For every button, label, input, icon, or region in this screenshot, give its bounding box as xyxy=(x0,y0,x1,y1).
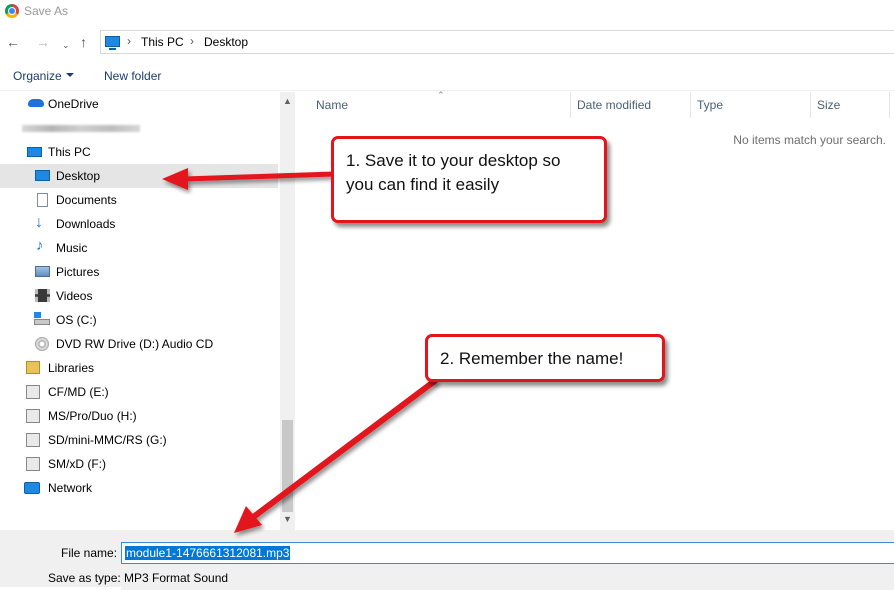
column-divider[interactable] xyxy=(810,92,811,118)
breadcrumb-desktop[interactable]: Desktop xyxy=(204,35,248,49)
address-bar[interactable]: › This PC › Desktop xyxy=(100,30,894,54)
empty-results-message: No items match your search. xyxy=(733,133,886,147)
scroll-thumb[interactable] xyxy=(282,420,293,512)
save-form: File name: module1-1476661312081.mp3 Sav… xyxy=(0,530,894,590)
callout-remember-name: 2. Remember the name! xyxy=(425,334,665,382)
nav-label: Documents xyxy=(56,193,117,207)
column-header-type[interactable]: Type xyxy=(697,98,723,112)
nav-item-onedrive[interactable]: OneDrive xyxy=(0,92,278,116)
chrome-icon xyxy=(5,4,19,18)
nav-label: This PC xyxy=(48,145,91,159)
filename-label: File name: xyxy=(61,546,118,560)
forward-arrow-icon[interactable]: → xyxy=(36,34,50,50)
libraries-icon xyxy=(26,361,40,374)
nav-label: SM/xD (F:) xyxy=(48,457,106,471)
pc-icon xyxy=(105,36,120,50)
filename-input[interactable]: module1-1476661312081.mp3 xyxy=(121,542,894,564)
nav-label: Videos xyxy=(56,289,93,303)
callout-save-to-desktop: 1. Save it to your desktop so you can fi… xyxy=(331,136,607,223)
nav-item-documents[interactable]: Documents xyxy=(0,188,278,212)
column-divider[interactable] xyxy=(889,92,890,118)
nav-item-os-c[interactable]: OS (C:) xyxy=(0,308,278,332)
nav-item-desktop[interactable]: Desktop xyxy=(0,164,278,188)
pictures-icon xyxy=(35,266,50,277)
back-arrow-icon[interactable]: ← xyxy=(6,34,20,50)
savetype-label: Save as type: xyxy=(48,571,121,585)
organize-button[interactable]: Organize xyxy=(13,69,62,83)
nav-item-cf-md[interactable]: CF/MD (E:) xyxy=(0,380,278,404)
column-header-name[interactable]: Name xyxy=(316,98,348,112)
network-icon xyxy=(24,482,40,494)
documents-icon xyxy=(37,193,48,207)
music-icon: ♪ xyxy=(36,237,44,254)
scroll-up-icon[interactable]: ▲ xyxy=(283,96,292,106)
nav-label: CF/MD (E:) xyxy=(48,385,109,399)
windows-logo-icon xyxy=(34,312,41,318)
nav-item-libraries[interactable]: Libraries xyxy=(0,356,278,380)
nav-item-pictures[interactable]: Pictures xyxy=(0,260,278,284)
recent-locations-chevron-icon[interactable]: ⌄ xyxy=(62,37,70,53)
nav-item-downloads[interactable]: ↓ Downloads xyxy=(0,212,278,236)
removable-drive-icon xyxy=(26,433,40,447)
navigation-pane: OneDrive This PC Desktop Documents ↓ Dow… xyxy=(0,92,280,530)
nav-item-dvd-drive[interactable]: DVD RW Drive (D:) Audio CD xyxy=(0,332,278,356)
nav-item-ms-pro-duo[interactable]: MS/Pro/Duo (H:) xyxy=(0,404,278,428)
breadcrumb-separator-icon[interactable]: › xyxy=(190,34,194,48)
nav-item-account[interactable] xyxy=(0,116,278,140)
onedrive-icon xyxy=(28,99,44,107)
column-header-size[interactable]: Size xyxy=(817,98,840,112)
title-bar: Save As xyxy=(0,0,894,24)
nav-label: SD/mini-MMC/RS (G:) xyxy=(48,433,167,447)
column-header-date-modified[interactable]: Date modified xyxy=(577,98,651,112)
nav-item-sd-mini-mmc[interactable]: SD/mini-MMC/RS (G:) xyxy=(0,428,278,452)
downloads-icon: ↓ xyxy=(35,214,43,231)
nav-label: Network xyxy=(48,481,93,495)
savetype-value[interactable]: MP3 Format Sound xyxy=(124,571,228,585)
nav-item-this-pc[interactable]: This PC xyxy=(0,140,278,164)
nav-label: DVD RW Drive (D:) Audio CD xyxy=(56,337,214,351)
removable-drive-icon xyxy=(26,457,40,471)
organize-dropdown-icon[interactable] xyxy=(66,73,74,77)
column-divider[interactable] xyxy=(690,92,691,118)
pc-icon xyxy=(27,147,42,157)
nav-item-network[interactable]: Network xyxy=(0,476,278,500)
nav-label: Music xyxy=(56,241,88,255)
desktop-icon xyxy=(35,170,50,181)
nav-label: Downloads xyxy=(56,217,116,231)
nav-label: MS/Pro/Duo (H:) xyxy=(48,409,137,423)
removable-drive-icon xyxy=(26,385,40,399)
nav-item-sm-xd[interactable]: SM/xD (F:) xyxy=(0,452,278,476)
drive-icon xyxy=(34,319,50,325)
breadcrumb-this-pc[interactable]: This PC xyxy=(141,35,184,49)
blurred-account-name xyxy=(22,125,140,132)
column-divider[interactable] xyxy=(570,92,571,118)
sort-ascending-icon: ⌃ xyxy=(437,90,445,100)
filename-value[interactable]: module1-1476661312081.mp3 xyxy=(125,546,291,560)
removable-drive-icon xyxy=(26,409,40,423)
nav-item-music[interactable]: ♪ Music xyxy=(0,236,278,260)
nav-label: Libraries xyxy=(48,361,95,375)
address-row: ← → ⌄ ↑ › This PC › Desktop xyxy=(0,28,894,58)
nav-label: OS (C:) xyxy=(56,313,97,327)
nav-label: OneDrive xyxy=(48,97,99,111)
breadcrumb-separator-icon[interactable]: › xyxy=(127,34,131,48)
nav-item-videos[interactable]: Videos xyxy=(0,284,278,308)
scroll-down-icon[interactable]: ▼ xyxy=(283,514,292,524)
new-folder-button[interactable]: New folder xyxy=(104,69,161,83)
window-title: Save As xyxy=(24,4,69,18)
up-arrow-icon[interactable]: ↑ xyxy=(80,34,87,50)
nav-pane-scrollbar[interactable]: ▲ ▼ xyxy=(280,92,295,530)
nav-label: Pictures xyxy=(56,265,100,279)
videos-icon xyxy=(35,289,50,302)
dvd-icon xyxy=(35,337,49,351)
command-toolbar: Organize New folder xyxy=(0,62,894,91)
nav-label: Desktop xyxy=(56,169,101,183)
